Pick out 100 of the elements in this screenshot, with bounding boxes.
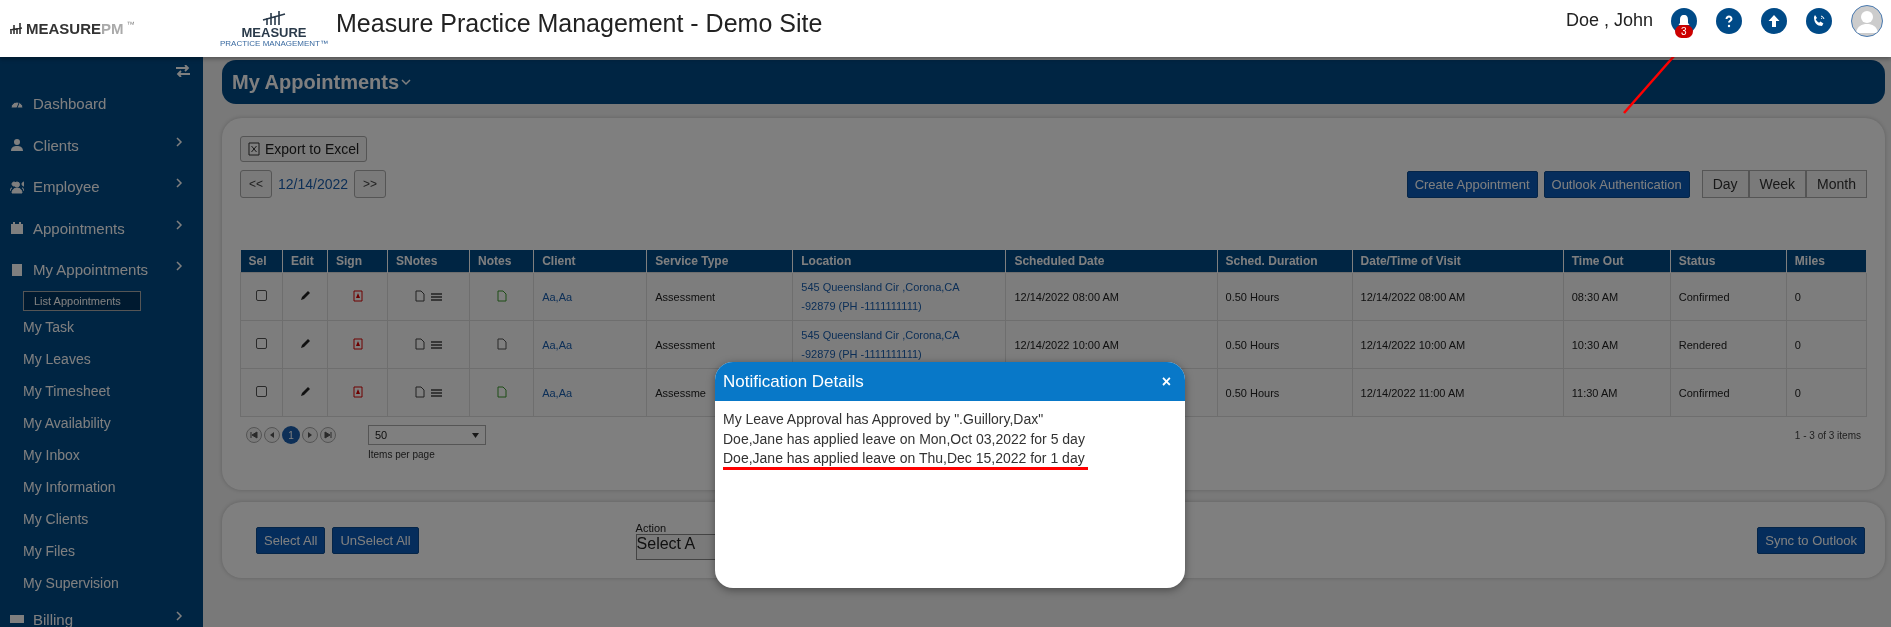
view-tab[interactable]: Month <box>1806 170 1867 198</box>
next-page-button[interactable] <box>302 427 318 443</box>
table-cell: Confirmed <box>1670 272 1787 321</box>
chevron-right-icon <box>175 219 183 230</box>
column-header: Client <box>533 250 647 273</box>
user-avatar[interactable] <box>1851 4 1883 37</box>
column-header: Location <box>792 250 1006 273</box>
select-all-button[interactable]: Select All <box>256 526 326 554</box>
pdf-icon[interactable] <box>352 337 363 350</box>
row-checkbox[interactable] <box>256 386 267 397</box>
table-cell: 0.50 Hours <box>1217 368 1353 417</box>
note-icon[interactable] <box>496 289 507 302</box>
client-link[interactable]: Aa,Aa <box>542 290 573 303</box>
list-icon[interactable] <box>431 387 443 398</box>
sidebar-subitem[interactable]: My Supervision <box>0 566 203 599</box>
caret-left-icon <box>268 431 276 439</box>
sidebar-subitem[interactable]: My Files <box>0 534 203 567</box>
table-cell: 12/14/2022 10:00 AM <box>1014 338 1119 351</box>
sidebar-item[interactable]: Dashboard <box>0 83 203 125</box>
table-cell: 12/14/2022 08:00 AM <box>1014 290 1119 303</box>
sidebar-subitem[interactable]: My Availability <box>0 406 203 439</box>
column-header: SNotes <box>387 250 470 273</box>
previous-page-button[interactable] <box>264 427 280 443</box>
pencil-icon[interactable] <box>299 290 311 301</box>
table-cell: 0 <box>1786 320 1867 369</box>
export-button[interactable]: Export to Excel <box>240 136 368 162</box>
view-tab[interactable]: Day <box>1701 170 1749 198</box>
sidebar-item[interactable]: My Appointments <box>0 249 203 291</box>
chevron-right-icon <box>175 610 183 621</box>
outlook-authentication-button[interactable]: Outlook Authentication <box>1543 170 1690 198</box>
sidebar-subitem[interactable]: My Leaves <box>0 342 203 375</box>
sidebar-item[interactable]: Appointments <box>0 207 203 249</box>
page-number[interactable]: 1 <box>282 426 300 444</box>
column-header: Sched. Duration <box>1217 250 1353 273</box>
pencil-icon[interactable] <box>299 386 311 397</box>
list-icon[interactable] <box>431 339 443 350</box>
pdf-icon[interactable] <box>352 289 363 302</box>
help-button[interactable] <box>1716 7 1742 34</box>
first-page-button[interactable] <box>246 427 262 443</box>
sidebar-item[interactable]: Employee <box>0 166 203 208</box>
notification-count: 3 <box>1675 24 1693 38</box>
pdf-icon[interactable] <box>352 385 363 398</box>
column-header: Status <box>1670 250 1787 273</box>
list-icon[interactable] <box>431 291 443 302</box>
row-checkbox[interactable] <box>256 338 267 349</box>
table-cell: 12/14/2022 10:00 AM <box>1352 320 1564 369</box>
client-link[interactable]: Aa,Aa <box>542 386 573 399</box>
document-icon[interactable] <box>415 337 426 350</box>
upload-button[interactable] <box>1761 7 1787 34</box>
column-header: Sign <box>327 250 388 273</box>
arrow-up-icon <box>1767 13 1781 28</box>
table-cell: Confirmed <box>1670 368 1787 417</box>
sidebar-subitem[interactable]: My Timesheet <box>0 374 203 407</box>
phone-button[interactable] <box>1806 7 1832 34</box>
unselect-all-button[interactable]: UnSelect All <box>332 526 419 554</box>
sidebar-subitem[interactable]: My Information <box>0 470 203 503</box>
sidebar-subitem[interactable]: List Appointments <box>23 290 141 311</box>
client-link[interactable]: Aa,Aa <box>542 338 573 351</box>
last-page-button[interactable] <box>320 427 336 443</box>
caret-right-icon <box>306 431 314 439</box>
note-icon[interactable] <box>496 337 507 350</box>
table-cell: 0 <box>1786 368 1867 417</box>
note-icon[interactable] <box>496 385 507 398</box>
first-page-icon <box>250 431 258 439</box>
page-header-bar[interactable]: My Appointments <box>222 60 1885 104</box>
sidebar-item[interactable]: Billing <box>0 598 203 627</box>
page-size-select[interactable]: 50 <box>368 425 486 445</box>
sync-outlook-button[interactable]: Sync to Outlook <box>1757 526 1865 554</box>
chevron-right-icon <box>175 178 183 188</box>
page-summary: 1 - 3 of 3 items <box>1794 429 1861 441</box>
document-icon[interactable] <box>415 289 426 302</box>
close-button[interactable]: × <box>1155 371 1177 392</box>
page-size-label: Items per page <box>368 449 435 460</box>
row-checkbox[interactable] <box>256 290 267 301</box>
sidebar-item[interactable]: Clients <box>0 124 203 166</box>
last-page-icon <box>324 431 332 439</box>
sidebar-subitem[interactable]: My Task <box>0 310 203 343</box>
table-cell: 0.50 Hours <box>1217 272 1353 321</box>
document-icon[interactable] <box>415 385 426 398</box>
view-tab[interactable]: Week <box>1748 170 1807 198</box>
excel-file-icon <box>248 142 260 156</box>
pencil-icon[interactable] <box>299 338 311 349</box>
table-cell: Rendered <box>1670 320 1787 369</box>
chevron-down-icon <box>401 78 412 86</box>
next-button[interactable]: >> <box>354 170 387 198</box>
create-appointment-button[interactable]: Create Appointment <box>1406 170 1538 198</box>
page-title: Measure Practice Management - Demo Site <box>336 9 823 38</box>
action-label: Action <box>635 522 668 534</box>
table-cell: 08:30 AM <box>1563 272 1671 321</box>
sidebar-subitem[interactable]: My Inbox <box>0 438 203 471</box>
swap-icon[interactable] <box>175 65 191 77</box>
column-header: Sel <box>240 250 283 273</box>
previous-button[interactable]: << <box>240 170 272 198</box>
chevron-right-icon <box>175 136 183 147</box>
column-header: Date/Time of Visit <box>1352 250 1564 273</box>
phone-icon <box>1812 13 1826 28</box>
column-header: Edit <box>282 250 328 273</box>
logo-icon <box>10 22 23 35</box>
page-heading: My Appointments <box>232 70 400 94</box>
sidebar-subitem[interactable]: My Clients <box>0 502 203 535</box>
